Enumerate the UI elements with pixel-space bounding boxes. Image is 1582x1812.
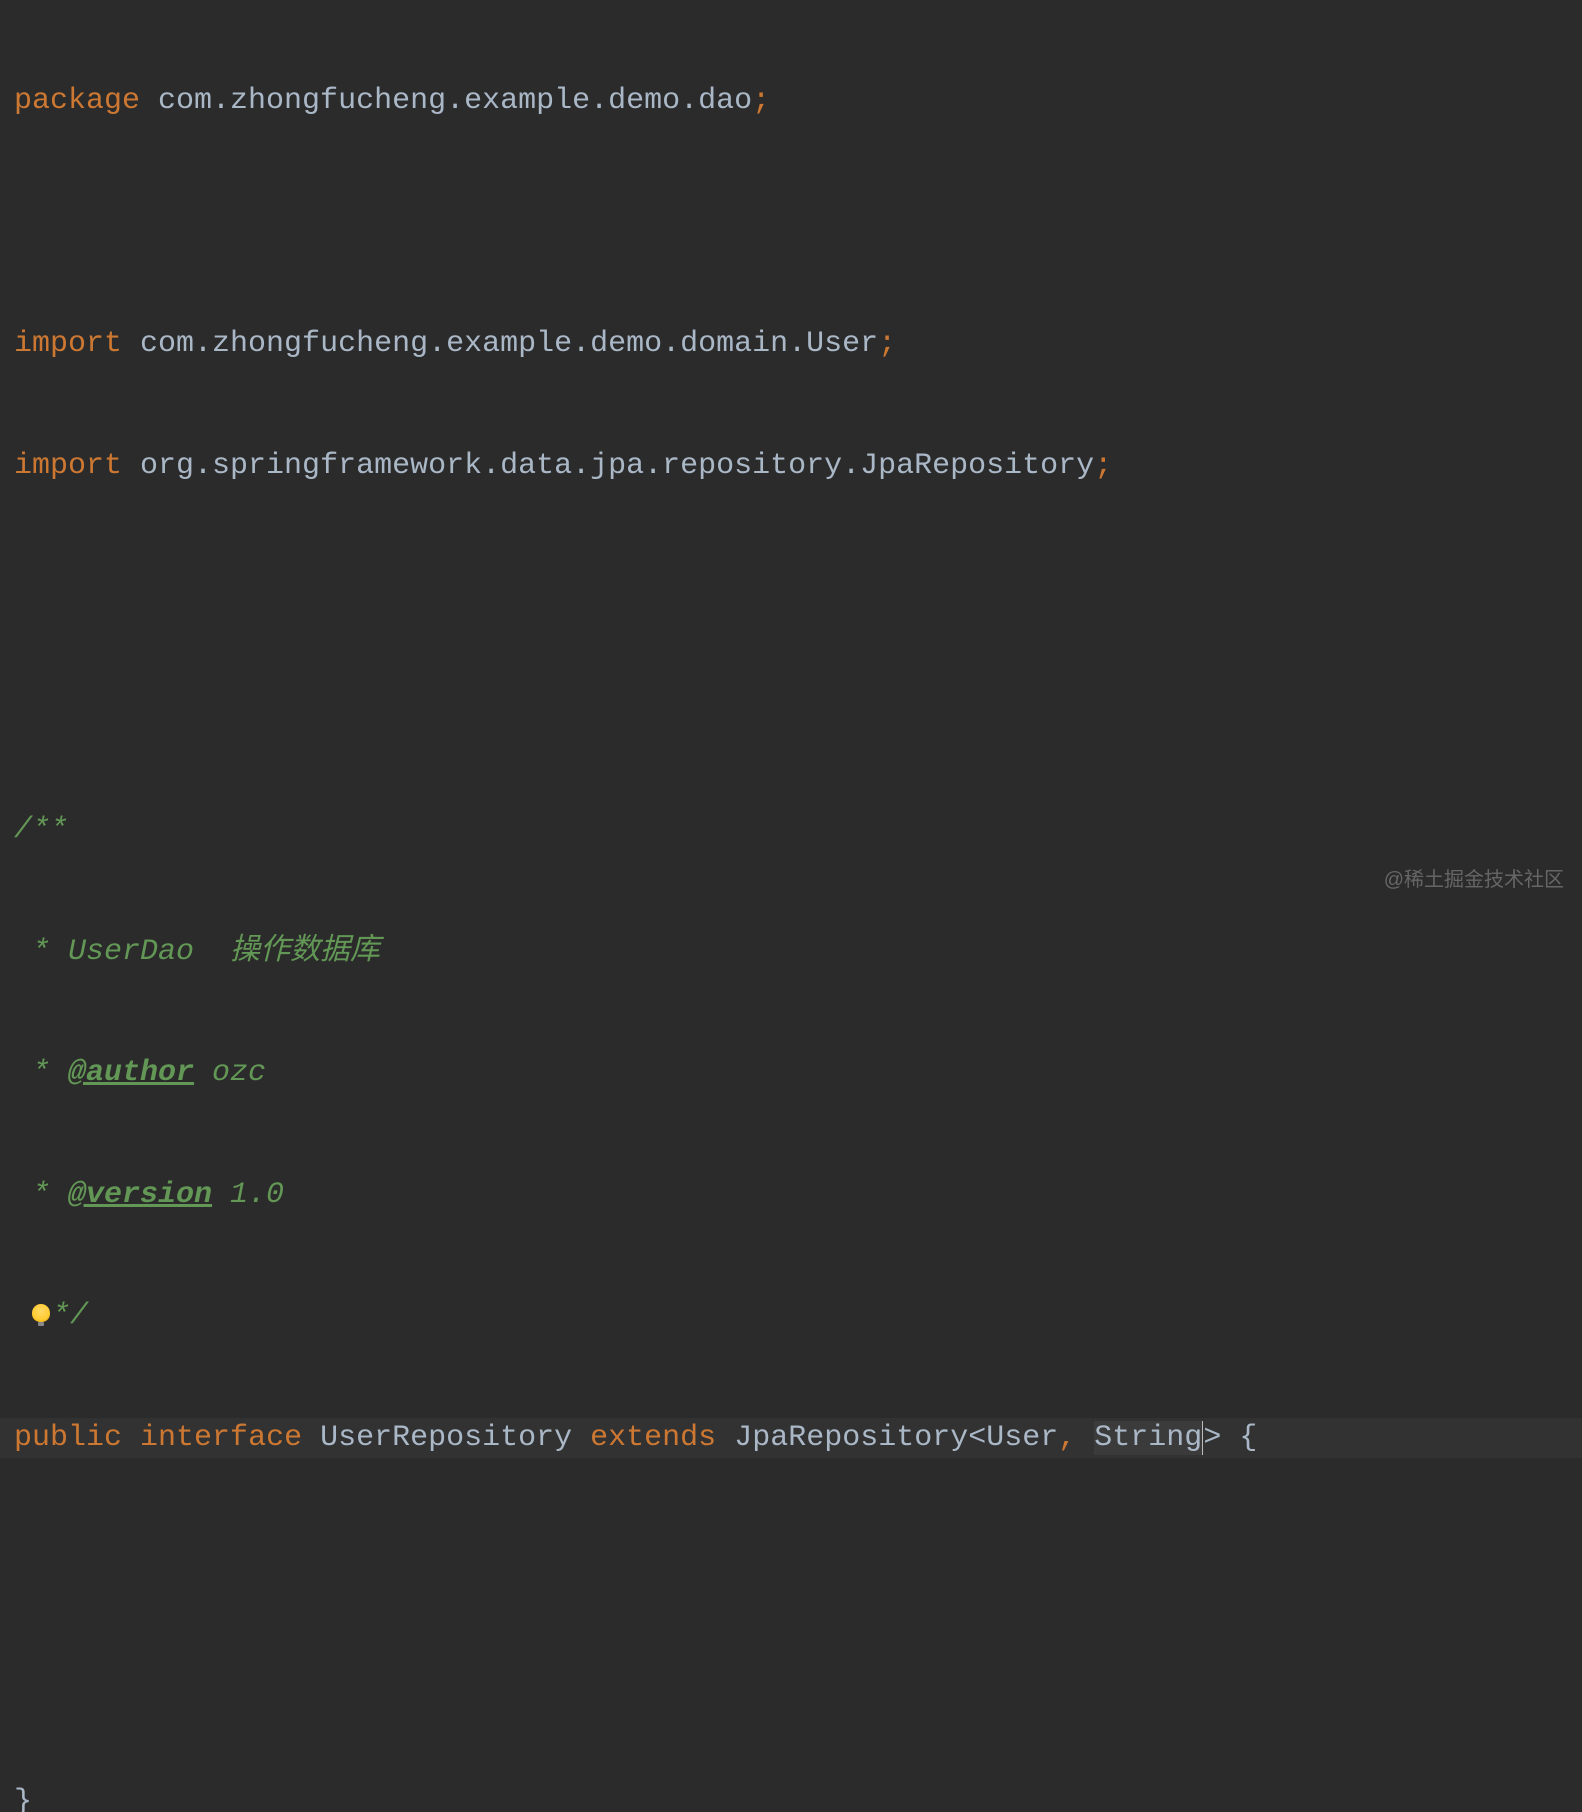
import-path: org.springframework.data.jpa.repository.… bbox=[122, 449, 1094, 483]
brace-close: } bbox=[14, 1785, 32, 1812]
brace-open: { bbox=[1239, 1421, 1257, 1455]
package-path: com.zhongfucheng.example.demo.dao bbox=[140, 84, 752, 118]
javadoc-star: * bbox=[14, 935, 68, 969]
space bbox=[122, 1421, 140, 1455]
interface-name: UserRepository bbox=[320, 1421, 590, 1455]
keyword-import: import bbox=[14, 327, 122, 361]
comma: , bbox=[1058, 1421, 1076, 1455]
code-line[interactable]: * @version 1.0 bbox=[0, 1175, 1582, 1216]
space bbox=[1076, 1421, 1094, 1455]
javadoc-author-value: ozc bbox=[194, 1056, 266, 1090]
code-line-blank[interactable] bbox=[0, 1539, 1582, 1580]
code-line[interactable]: * UserDao 操作数据库 bbox=[0, 932, 1582, 973]
javadoc-open: /** bbox=[14, 813, 68, 847]
keyword-extends: extends bbox=[590, 1421, 716, 1455]
semicolon: ; bbox=[878, 327, 896, 361]
code-line[interactable]: } bbox=[0, 1782, 1582, 1812]
code-line-blank[interactable] bbox=[0, 689, 1582, 730]
code-line-blank[interactable] bbox=[0, 203, 1582, 244]
code-line[interactable]: /** bbox=[0, 810, 1582, 851]
code-line[interactable]: * @author ozc bbox=[0, 1053, 1582, 1094]
javadoc-close: */ bbox=[52, 1299, 88, 1333]
code-line[interactable]: package com.zhongfucheng.example.demo.da… bbox=[0, 81, 1582, 122]
javadoc-text: UserDao 操作数据库 bbox=[68, 935, 380, 969]
code-editor[interactable]: package com.zhongfucheng.example.demo.da… bbox=[0, 0, 1582, 1812]
space bbox=[716, 1421, 734, 1455]
semicolon: ; bbox=[1094, 449, 1112, 483]
keyword-interface: interface bbox=[140, 1421, 302, 1455]
code-line-blank[interactable] bbox=[0, 1661, 1582, 1702]
semicolon: ; bbox=[752, 84, 770, 118]
type-ref-string: String bbox=[1094, 1421, 1203, 1455]
javadoc-tag-version: @version bbox=[68, 1178, 212, 1212]
space bbox=[302, 1421, 320, 1455]
code-line[interactable]: */ bbox=[0, 1296, 1582, 1337]
keyword-package: package bbox=[14, 84, 140, 118]
watermark-label: @稀土掘金技术社区 bbox=[1384, 867, 1564, 894]
intention-bulb-icon[interactable] bbox=[32, 1304, 50, 1322]
generic-close: > bbox=[1203, 1421, 1239, 1455]
keyword-public: public bbox=[14, 1421, 122, 1455]
code-line-active[interactable]: public interface UserRepository extends … bbox=[0, 1418, 1582, 1459]
javadoc-star: * bbox=[14, 1056, 68, 1090]
code-line-blank[interactable] bbox=[0, 567, 1582, 608]
javadoc-tag-author: @author bbox=[68, 1056, 194, 1090]
keyword-import: import bbox=[14, 449, 122, 483]
javadoc-version-value: 1.0 bbox=[212, 1178, 284, 1212]
import-path: com.zhongfucheng.example.demo.domain.Use… bbox=[122, 327, 878, 361]
code-line[interactable]: import org.springframework.data.jpa.repo… bbox=[0, 446, 1582, 487]
type-ref: JpaRepository<User bbox=[734, 1421, 1058, 1455]
code-line[interactable]: import com.zhongfucheng.example.demo.dom… bbox=[0, 324, 1582, 365]
javadoc-star: * bbox=[14, 1178, 68, 1212]
